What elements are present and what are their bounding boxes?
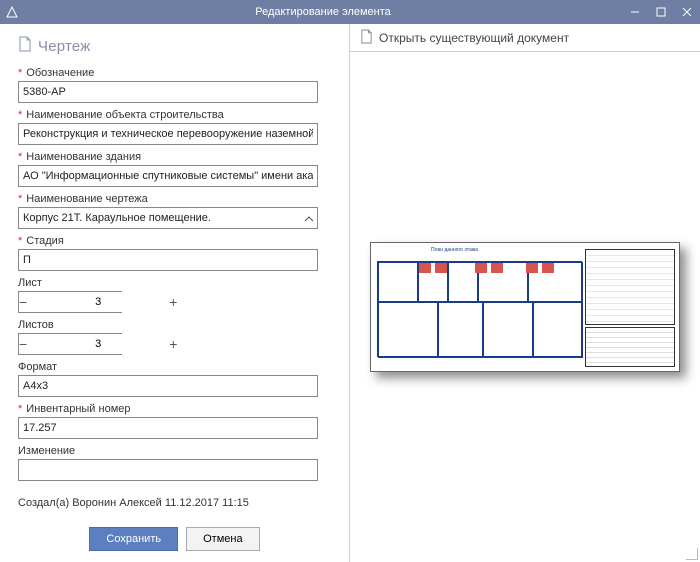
document-icon — [360, 29, 373, 47]
input-sheets-total[interactable] — [27, 334, 169, 354]
save-button[interactable]: Сохранить — [89, 527, 178, 551]
sheets-total-decrement-button[interactable]: − — [19, 334, 27, 354]
select-drawing-name[interactable] — [18, 207, 318, 229]
preview-spec-table — [585, 249, 675, 325]
input-revision[interactable] — [18, 459, 318, 481]
window-controls — [622, 0, 700, 24]
label-revision: Изменение — [18, 445, 75, 457]
field-stage: * Стадия — [18, 235, 331, 271]
open-existing-link[interactable]: Открыть существующий документ — [350, 24, 700, 52]
input-construction-object[interactable] — [18, 123, 318, 145]
created-by-line: Создал(а) Воронин Алексей 11.12.2017 11:… — [18, 497, 331, 509]
stepper-sheets-total: − + — [18, 333, 122, 355]
drawing-preview[interactable]: План данного этажа — [370, 242, 680, 372]
preview-pane: Открыть существующий документ План данно… — [350, 24, 700, 562]
label-designation: Обозначение — [26, 67, 94, 79]
preview-title-block — [585, 327, 675, 367]
required-star: * — [18, 193, 22, 205]
label-sheets-total: Листов — [18, 319, 54, 331]
minimize-button[interactable] — [622, 0, 648, 24]
label-drawing-name: Наименование чертежа — [26, 193, 147, 205]
app-icon — [0, 0, 24, 24]
required-star: * — [18, 67, 22, 79]
sheets-total-increment-button[interactable]: + — [169, 334, 177, 354]
field-sheets-total: Листов − + — [18, 319, 331, 355]
label-building: Наименование здания — [26, 151, 141, 163]
field-format: Формат — [18, 361, 331, 397]
field-revision: Изменение — [18, 445, 331, 481]
document-icon — [18, 36, 32, 57]
preview-title: План данного этажа — [431, 247, 478, 253]
input-format[interactable] — [18, 375, 318, 397]
open-existing-label: Открыть существующий документ — [379, 31, 569, 45]
label-inventory-no: Инвентарный номер — [26, 403, 130, 415]
field-building: * Наименование здания — [18, 151, 331, 187]
input-stage[interactable] — [18, 249, 318, 271]
sheet-decrement-button[interactable]: − — [19, 292, 27, 312]
label-format: Формат — [18, 361, 57, 373]
field-designation: * Обозначение — [18, 67, 331, 103]
preview-floorplan — [377, 261, 582, 357]
field-inventory-no: * Инвентарный номер — [18, 403, 331, 439]
label-construction-object: Наименование объекта строительства — [26, 109, 224, 121]
maximize-button[interactable] — [648, 0, 674, 24]
required-star: * — [18, 235, 22, 247]
label-sheet: Лист — [18, 277, 42, 289]
required-star: * — [18, 109, 22, 121]
form-pane: Чертеж * Обозначение * Наименование объект… — [0, 24, 350, 562]
input-sheet[interactable] — [27, 292, 169, 312]
input-designation[interactable] — [18, 81, 318, 103]
field-construction-object: * Наименование объекта строительства — [18, 109, 331, 145]
required-star: * — [18, 403, 22, 415]
sheet-increment-button[interactable]: + — [169, 292, 177, 312]
stepper-sheet: − + — [18, 291, 122, 313]
window-title: Редактирование элемента — [24, 6, 622, 18]
field-sheet: Лист − + — [18, 277, 331, 313]
close-button[interactable] — [674, 0, 700, 24]
cancel-button[interactable]: Отмена — [186, 527, 259, 551]
form-heading-text: Чертеж — [38, 38, 90, 55]
input-inventory-no[interactable] — [18, 417, 318, 439]
label-stage: Стадия — [26, 235, 64, 247]
titlebar: Редактирование элемента — [0, 0, 700, 24]
field-drawing-name: * Наименование чертежа — [18, 193, 331, 229]
required-star: * — [18, 151, 22, 163]
input-building[interactable] — [18, 165, 318, 187]
form-buttons: Сохранить Отмена — [18, 527, 331, 551]
form-heading: Чертеж — [18, 36, 331, 57]
resize-grip-icon[interactable] — [686, 548, 698, 560]
